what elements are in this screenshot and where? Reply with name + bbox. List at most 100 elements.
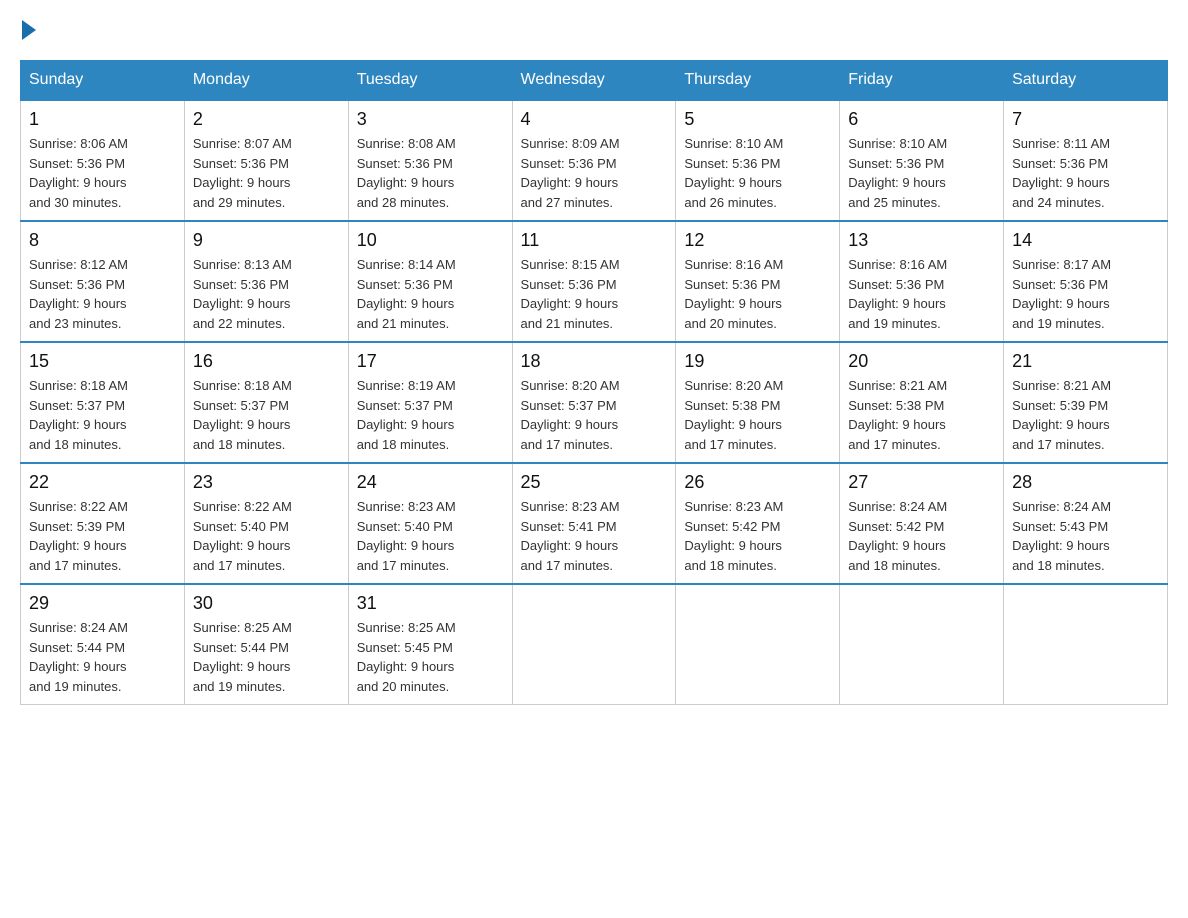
day-info: Sunrise: 8:23 AM Sunset: 5:40 PM Dayligh…: [357, 497, 504, 575]
day-info: Sunrise: 8:13 AM Sunset: 5:36 PM Dayligh…: [193, 255, 340, 333]
day-number: 14: [1012, 230, 1159, 251]
day-info: Sunrise: 8:20 AM Sunset: 5:37 PM Dayligh…: [521, 376, 668, 454]
day-info: Sunrise: 8:06 AM Sunset: 5:36 PM Dayligh…: [29, 134, 176, 212]
day-info: Sunrise: 8:20 AM Sunset: 5:38 PM Dayligh…: [684, 376, 831, 454]
day-info: Sunrise: 8:22 AM Sunset: 5:39 PM Dayligh…: [29, 497, 176, 575]
day-number: 6: [848, 109, 995, 130]
calendar-cell: 27 Sunrise: 8:24 AM Sunset: 5:42 PM Dayl…: [840, 463, 1004, 584]
day-info: Sunrise: 8:24 AM Sunset: 5:42 PM Dayligh…: [848, 497, 995, 575]
day-info: Sunrise: 8:17 AM Sunset: 5:36 PM Dayligh…: [1012, 255, 1159, 333]
day-number: 8: [29, 230, 176, 251]
day-info: Sunrise: 8:25 AM Sunset: 5:45 PM Dayligh…: [357, 618, 504, 696]
calendar-cell: 24 Sunrise: 8:23 AM Sunset: 5:40 PM Dayl…: [348, 463, 512, 584]
week-row-3: 15 Sunrise: 8:18 AM Sunset: 5:37 PM Dayl…: [21, 342, 1168, 463]
day-info: Sunrise: 8:09 AM Sunset: 5:36 PM Dayligh…: [521, 134, 668, 212]
calendar-cell: 15 Sunrise: 8:18 AM Sunset: 5:37 PM Dayl…: [21, 342, 185, 463]
day-info: Sunrise: 8:23 AM Sunset: 5:41 PM Dayligh…: [521, 497, 668, 575]
calendar-cell: 9 Sunrise: 8:13 AM Sunset: 5:36 PM Dayli…: [184, 221, 348, 342]
calendar-cell: 16 Sunrise: 8:18 AM Sunset: 5:37 PM Dayl…: [184, 342, 348, 463]
calendar-cell: 13 Sunrise: 8:16 AM Sunset: 5:36 PM Dayl…: [840, 221, 1004, 342]
day-number: 11: [521, 230, 668, 251]
calendar-cell: 17 Sunrise: 8:19 AM Sunset: 5:37 PM Dayl…: [348, 342, 512, 463]
day-info: Sunrise: 8:23 AM Sunset: 5:42 PM Dayligh…: [684, 497, 831, 575]
day-number: 7: [1012, 109, 1159, 130]
day-number: 13: [848, 230, 995, 251]
day-info: Sunrise: 8:15 AM Sunset: 5:36 PM Dayligh…: [521, 255, 668, 333]
calendar-header-row: SundayMondayTuesdayWednesdayThursdayFrid…: [21, 61, 1168, 101]
day-info: Sunrise: 8:18 AM Sunset: 5:37 PM Dayligh…: [29, 376, 176, 454]
day-info: Sunrise: 8:22 AM Sunset: 5:40 PM Dayligh…: [193, 497, 340, 575]
calendar-cell: [676, 584, 840, 705]
page-header: [20, 20, 1168, 40]
calendar-cell: 5 Sunrise: 8:10 AM Sunset: 5:36 PM Dayli…: [676, 100, 840, 221]
day-info: Sunrise: 8:24 AM Sunset: 5:43 PM Dayligh…: [1012, 497, 1159, 575]
calendar-cell: 21 Sunrise: 8:21 AM Sunset: 5:39 PM Dayl…: [1004, 342, 1168, 463]
calendar-cell: 11 Sunrise: 8:15 AM Sunset: 5:36 PM Dayl…: [512, 221, 676, 342]
day-info: Sunrise: 8:16 AM Sunset: 5:36 PM Dayligh…: [684, 255, 831, 333]
day-number: 18: [521, 351, 668, 372]
day-number: 2: [193, 109, 340, 130]
calendar-cell: 28 Sunrise: 8:24 AM Sunset: 5:43 PM Dayl…: [1004, 463, 1168, 584]
day-number: 30: [193, 593, 340, 614]
day-info: Sunrise: 8:16 AM Sunset: 5:36 PM Dayligh…: [848, 255, 995, 333]
day-number: 27: [848, 472, 995, 493]
day-info: Sunrise: 8:10 AM Sunset: 5:36 PM Dayligh…: [684, 134, 831, 212]
day-number: 3: [357, 109, 504, 130]
day-info: Sunrise: 8:10 AM Sunset: 5:36 PM Dayligh…: [848, 134, 995, 212]
day-info: Sunrise: 8:08 AM Sunset: 5:36 PM Dayligh…: [357, 134, 504, 212]
calendar-cell: 1 Sunrise: 8:06 AM Sunset: 5:36 PM Dayli…: [21, 100, 185, 221]
calendar-cell: 29 Sunrise: 8:24 AM Sunset: 5:44 PM Dayl…: [21, 584, 185, 705]
day-info: Sunrise: 8:24 AM Sunset: 5:44 PM Dayligh…: [29, 618, 176, 696]
calendar-cell: 25 Sunrise: 8:23 AM Sunset: 5:41 PM Dayl…: [512, 463, 676, 584]
week-row-1: 1 Sunrise: 8:06 AM Sunset: 5:36 PM Dayli…: [21, 100, 1168, 221]
logo: [20, 20, 38, 40]
day-number: 10: [357, 230, 504, 251]
header-saturday: Saturday: [1004, 61, 1168, 101]
calendar-cell: 30 Sunrise: 8:25 AM Sunset: 5:44 PM Dayl…: [184, 584, 348, 705]
day-number: 15: [29, 351, 176, 372]
calendar-table: SundayMondayTuesdayWednesdayThursdayFrid…: [20, 60, 1168, 705]
calendar-cell: [840, 584, 1004, 705]
calendar-cell: 26 Sunrise: 8:23 AM Sunset: 5:42 PM Dayl…: [676, 463, 840, 584]
day-number: 17: [357, 351, 504, 372]
calendar-cell: 19 Sunrise: 8:20 AM Sunset: 5:38 PM Dayl…: [676, 342, 840, 463]
calendar-cell: 23 Sunrise: 8:22 AM Sunset: 5:40 PM Dayl…: [184, 463, 348, 584]
header-friday: Friday: [840, 61, 1004, 101]
calendar-cell: 22 Sunrise: 8:22 AM Sunset: 5:39 PM Dayl…: [21, 463, 185, 584]
day-number: 21: [1012, 351, 1159, 372]
day-number: 4: [521, 109, 668, 130]
calendar-cell: 7 Sunrise: 8:11 AM Sunset: 5:36 PM Dayli…: [1004, 100, 1168, 221]
calendar-cell: 2 Sunrise: 8:07 AM Sunset: 5:36 PM Dayli…: [184, 100, 348, 221]
header-thursday: Thursday: [676, 61, 840, 101]
calendar-cell: 31 Sunrise: 8:25 AM Sunset: 5:45 PM Dayl…: [348, 584, 512, 705]
day-number: 1: [29, 109, 176, 130]
day-info: Sunrise: 8:25 AM Sunset: 5:44 PM Dayligh…: [193, 618, 340, 696]
calendar-cell: [512, 584, 676, 705]
day-number: 25: [521, 472, 668, 493]
day-number: 20: [848, 351, 995, 372]
day-number: 24: [357, 472, 504, 493]
day-number: 16: [193, 351, 340, 372]
day-info: Sunrise: 8:11 AM Sunset: 5:36 PM Dayligh…: [1012, 134, 1159, 212]
calendar-cell: 3 Sunrise: 8:08 AM Sunset: 5:36 PM Dayli…: [348, 100, 512, 221]
calendar-cell: [1004, 584, 1168, 705]
day-number: 29: [29, 593, 176, 614]
calendar-cell: 14 Sunrise: 8:17 AM Sunset: 5:36 PM Dayl…: [1004, 221, 1168, 342]
calendar-cell: 6 Sunrise: 8:10 AM Sunset: 5:36 PM Dayli…: [840, 100, 1004, 221]
day-info: Sunrise: 8:07 AM Sunset: 5:36 PM Dayligh…: [193, 134, 340, 212]
day-info: Sunrise: 8:14 AM Sunset: 5:36 PM Dayligh…: [357, 255, 504, 333]
day-number: 31: [357, 593, 504, 614]
day-info: Sunrise: 8:18 AM Sunset: 5:37 PM Dayligh…: [193, 376, 340, 454]
day-number: 28: [1012, 472, 1159, 493]
day-info: Sunrise: 8:21 AM Sunset: 5:39 PM Dayligh…: [1012, 376, 1159, 454]
header-tuesday: Tuesday: [348, 61, 512, 101]
day-number: 19: [684, 351, 831, 372]
day-number: 26: [684, 472, 831, 493]
week-row-4: 22 Sunrise: 8:22 AM Sunset: 5:39 PM Dayl…: [21, 463, 1168, 584]
calendar-cell: 8 Sunrise: 8:12 AM Sunset: 5:36 PM Dayli…: [21, 221, 185, 342]
day-number: 9: [193, 230, 340, 251]
day-number: 22: [29, 472, 176, 493]
day-number: 5: [684, 109, 831, 130]
day-number: 12: [684, 230, 831, 251]
header-sunday: Sunday: [21, 61, 185, 101]
